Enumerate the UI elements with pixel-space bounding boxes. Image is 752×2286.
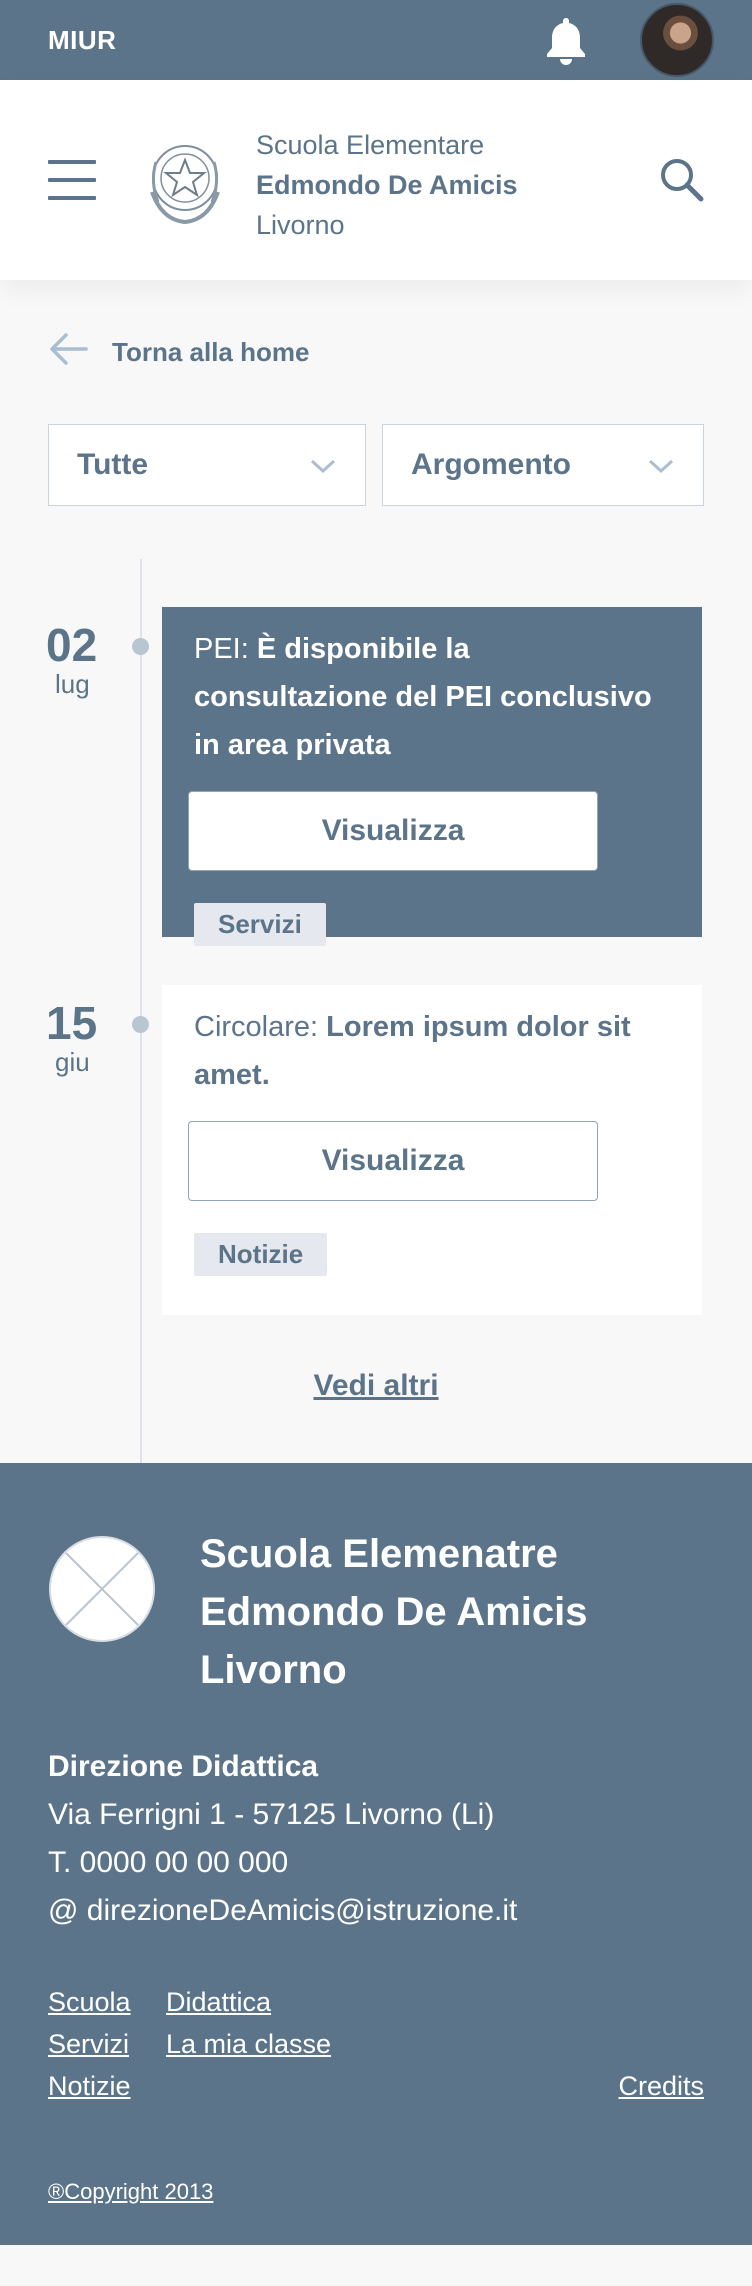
view-button[interactable]: Visualizza [188,1121,598,1201]
filter-topic-select[interactable]: Argomento [382,424,704,506]
footer-phone: T. 0000 00 00 000 [48,1846,289,1879]
footer-title-line: Scuola Elemenatre [200,1532,558,1576]
bell-icon[interactable] [540,14,592,66]
category-tag[interactable]: Notizie [194,1233,328,1276]
chevron-down-icon [309,448,337,482]
item-day: 02 [46,619,98,671]
card-headline: È disponibile la consultazione del PEI c… [194,633,652,761]
user-avatar[interactable] [640,3,714,77]
footer-address: Via Ferrigni 1 - 57125 Livorno (Li) [48,1798,495,1831]
footer-header: Scuola Elemenatre Edmondo De Amicis Livo… [48,1532,704,1699]
item-month: lug [55,669,90,699]
copyright: ®Copyright 2013 [48,2179,704,2205]
footer-email[interactable]: @ direzioneDeAmicis@istruzione.it [48,1887,704,1935]
school-city: Livorno [256,210,345,240]
more-container: Vedi altri [0,1363,752,1403]
filters: Tutte Argomento [0,424,752,559]
card-title[interactable]: PEI: È disponibile la consultazione del … [194,625,670,769]
timeline-item: 15 giu Circolare: Lorem ipsum dolor sit … [0,985,752,1315]
item-day: 15 [46,997,98,1049]
footer-link-notizie[interactable]: Notizie [48,2065,166,2107]
chevron-down-icon [647,448,675,482]
filter-all-value: Tutte [77,448,149,481]
category-tag[interactable]: Servizi [194,903,326,946]
card-prefix: Circolare: [194,1011,319,1043]
card-prefix: PEI: [194,633,249,665]
see-more-link[interactable]: Vedi altri [313,1369,438,1402]
footer-title-line: Livorno [200,1648,347,1692]
top-bar: MIUR [0,0,752,80]
republic-emblem-icon[interactable] [142,132,228,228]
timeline: 02 lug PEI: È disponibile la consultazio… [0,559,752,1463]
back-label: Torna alla home [112,336,310,367]
copyright-link[interactable]: ®Copyright 2013 [48,2179,213,2204]
school-type: Scuola Elementare [256,130,485,160]
footer-link-classe[interactable]: La mia classe [166,2023,618,2065]
school-title: Edmondo De Amicis [256,170,518,200]
card-title[interactable]: Circolare: Lorem ipsum dolor sit amet. [194,1003,670,1099]
footer-title-line: Edmondo De Amicis [200,1590,588,1634]
menu-icon[interactable] [48,160,96,200]
footer: Scuola Elemenatre Edmondo De Amicis Livo… [0,1463,752,2245]
footer-dept: Direzione Didattica [48,1750,319,1783]
news-card: PEI: È disponibile la consultazione del … [162,607,702,946]
filter-topic-value: Argomento [411,448,571,481]
footer-link-credits[interactable]: Credits [618,2065,704,2107]
footer-link-scuola[interactable]: Scuola [48,1981,166,2023]
item-month: giu [55,1047,90,1077]
arrow-left-icon [48,332,88,373]
news-card: Circolare: Lorem ipsum dolor sit amet. V… [162,985,702,1315]
footer-links: Scuola Didattica Servizi La mia classe N… [48,1981,704,2107]
miur-brand[interactable]: MIUR [48,25,116,56]
timeline-dot [132,638,149,655]
item-date: 02 lug [0,619,146,697]
search-icon[interactable] [658,156,706,204]
back-link[interactable]: Torna alla home [0,280,752,424]
item-date: 15 giu [0,997,146,1075]
footer-school-name: Scuola Elemenatre Edmondo De Amicis Livo… [200,1525,587,1699]
timeline-dot [132,1016,149,1033]
footer-contacts: Direzione Didattica Via Ferrigni 1 - 571… [48,1743,704,1935]
timeline-item: 02 lug PEI: È disponibile la consultazio… [0,607,752,946]
site-header: Scuola Elementare Edmondo De Amicis Livo… [0,80,752,280]
school-name[interactable]: Scuola Elementare Edmondo De Amicis Livo… [256,125,518,245]
school-logo-placeholder-icon [48,1535,156,1643]
view-button[interactable]: Visualizza [188,791,598,871]
footer-link-didattica[interactable]: Didattica [166,1981,618,2023]
filter-all-select[interactable]: Tutte [48,424,366,506]
footer-link-servizi[interactable]: Servizi [48,2023,166,2065]
